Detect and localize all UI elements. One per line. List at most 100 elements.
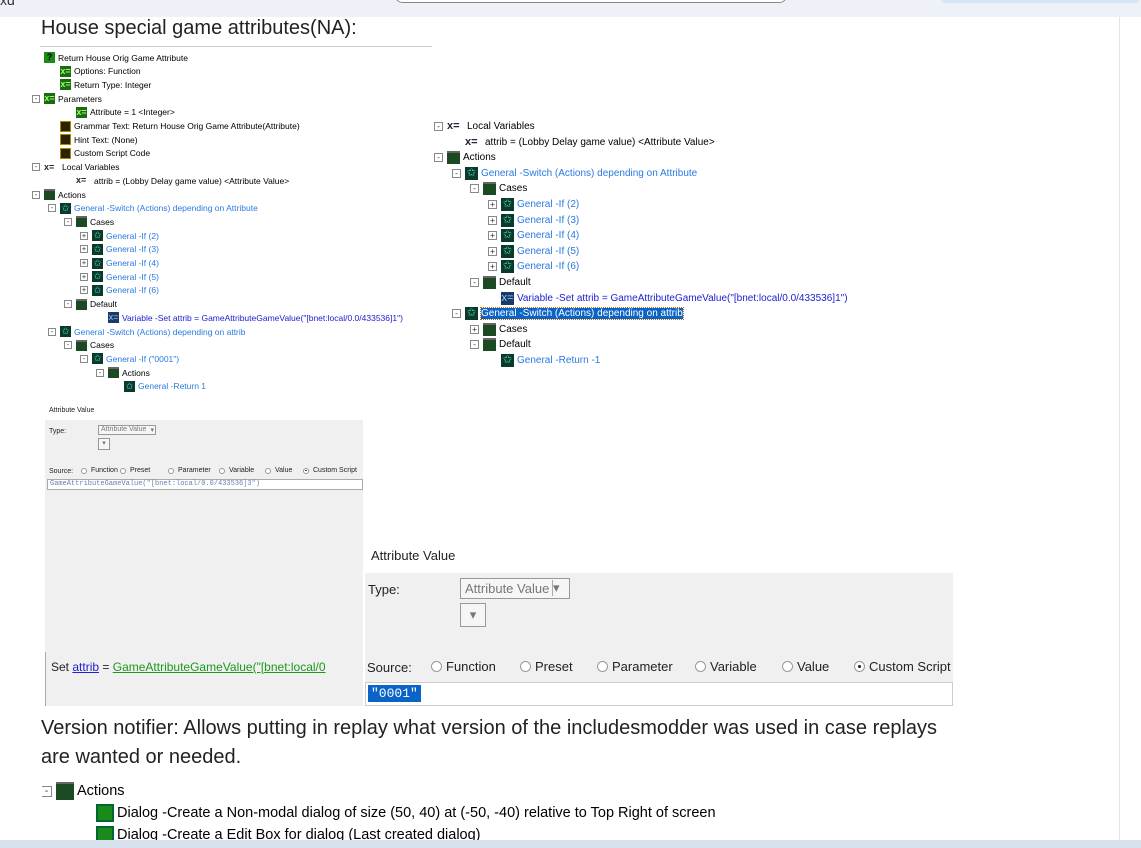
tree-row[interactable]: Hint Text: (None) (60, 134, 138, 146)
tree-row[interactable]: - x= Parameters (32, 93, 102, 105)
tree-row[interactable]: x= Return Type: Integer (60, 79, 151, 91)
tree-row[interactable]: - ✩ General -Switch (Actions) depending on… (452, 166, 697, 180)
source-radio-value[interactable]: Value (782, 659, 829, 674)
expand-toggle[interactable]: + (80, 272, 88, 281)
tree-row[interactable]: - x= Local Variables (32, 162, 120, 173)
tree-row[interactable]: x= Options: Function (60, 65, 141, 77)
source-radio-parameter[interactable]: Parameter (597, 659, 673, 674)
tree-row[interactable]: Grammar Text: Return House Orig Game Att… (60, 120, 300, 132)
tree-row[interactable]: - Actions (42, 782, 125, 800)
tree-row[interactable]: + ✩ General -If (2) (80, 230, 159, 242)
source-radio-preset[interactable]: Preset (520, 659, 573, 674)
collapse-toggle[interactable]: - (452, 168, 461, 178)
tree-row[interactable]: + ✩ General -If (5) (80, 271, 159, 283)
collapse-toggle[interactable]: - (470, 184, 479, 194)
tree-row[interactable]: ✩ General -Return -1 (501, 354, 600, 367)
collapse-toggle[interactable]: - (434, 122, 443, 131)
expand-toggle[interactable]: + (488, 231, 497, 241)
expand-toggle[interactable]: + (80, 245, 88, 254)
source-radio-value[interactable]: Value (265, 467, 292, 474)
collapse-toggle[interactable]: - (48, 327, 56, 336)
tree-row[interactable]: x= attrib = (Lobby Delay game value) <Att… (465, 136, 715, 149)
tree-row[interactable]: + ✩ General -If (4) (488, 229, 579, 243)
expand-toggle[interactable]: + (80, 259, 88, 267)
radio-button[interactable] (782, 661, 793, 672)
collapse-toggle[interactable]: - (48, 204, 56, 213)
tree-row[interactable]: + ✩ General -If (6) (80, 284, 159, 296)
expand-toggle[interactable]: + (488, 262, 497, 272)
collapse-toggle[interactable]: - (32, 190, 40, 199)
radio-button[interactable] (81, 467, 87, 474)
source-radio-function[interactable]: Function (81, 467, 118, 474)
tree-row[interactable]: + ✩ General -If (6) (488, 260, 579, 274)
tree-row[interactable]: Dialog -Create a Non-modal dialog of siz… (96, 804, 716, 822)
tree-row[interactable]: - Actions (32, 189, 86, 200)
radio-button[interactable] (168, 467, 174, 474)
expand-toggle[interactable]: + (488, 215, 497, 225)
expand-toggle[interactable]: + (80, 231, 88, 240)
radio-button[interactable] (431, 661, 442, 672)
source-radio-parameter[interactable]: Parameter (168, 467, 211, 474)
tree-row[interactable]: Dialog -Create a Edit Box for dialog (La… (96, 826, 481, 840)
collapse-toggle[interactable]: - (452, 309, 461, 319)
tree-row[interactable]: - ✩ General -If ("0001") (80, 353, 179, 365)
tree-row[interactable]: x= Variable -Set attrib = GameAttributeGa… (501, 291, 848, 305)
tree-row[interactable]: - x= Local Variables (434, 120, 535, 133)
tree-row[interactable]: - ✩ General -Switch (Actions) depending on… (48, 202, 258, 214)
tree-row[interactable]: + ✩ General -If (3) (80, 243, 159, 255)
expand-toggle[interactable]: + (488, 246, 497, 256)
type-select[interactable]: Attribute Value ▾ (460, 578, 570, 599)
script-input[interactable]: GameAttributeGameValue("[bnet:local/0.0/… (47, 479, 363, 490)
top-right-button[interactable] (940, 0, 1141, 3)
sub-select[interactable]: ▾ (98, 438, 110, 450)
tree-row[interactable]: + Cases (470, 322, 527, 336)
collapse-toggle[interactable]: - (80, 354, 88, 363)
collapse-toggle[interactable]: - (96, 368, 104, 377)
collapse-toggle[interactable]: - (470, 340, 479, 350)
source-radio-variable[interactable]: Variable (219, 467, 254, 474)
search-input[interactable] (395, 0, 787, 3)
tree-row[interactable]: ? Return House Orig Game Attribute (44, 52, 188, 63)
radio-button[interactable] (219, 467, 225, 474)
collapse-toggle[interactable]: - (434, 153, 443, 163)
tree-row[interactable]: Custom Script Code (60, 147, 150, 159)
collapse-toggle[interactable]: - (470, 278, 479, 287)
radio-button[interactable] (520, 661, 531, 672)
tree-row[interactable]: - Default (470, 276, 531, 289)
tree-row[interactable]: + ✩ General -If (4) (80, 257, 159, 269)
tree-row[interactable]: + ✩ General -If (2) (488, 198, 579, 211)
tree-row[interactable]: - ✩ General -Switch (Actions) depending on… (48, 326, 246, 337)
sub-select[interactable]: ▾ (460, 603, 486, 627)
tree-row[interactable]: - Actions (434, 151, 496, 165)
type-select[interactable]: Attribute Value ▾ (98, 425, 156, 435)
collapse-toggle[interactable]: - (32, 163, 40, 172)
script-input[interactable]: "0001" (365, 682, 953, 706)
source-radio-variable[interactable]: Variable (695, 659, 757, 674)
source-radio-custom-script[interactable]: Custom Script (854, 659, 951, 674)
radio-button[interactable] (120, 467, 126, 474)
source-radio-custom-script[interactable]: Custom Script (303, 467, 357, 474)
tree-row[interactable]: - Cases (64, 339, 114, 351)
tree-row[interactable]: x= attrib = (Lobby Delay game value) <Att… (76, 175, 289, 186)
radio-button[interactable] (854, 661, 865, 672)
tree-row[interactable]: - Cases (64, 216, 114, 228)
radio-button[interactable] (265, 467, 271, 474)
tree-row[interactable]: - Cases (470, 182, 527, 196)
radio-button[interactable] (695, 661, 706, 672)
source-radio-function[interactable]: Function (431, 659, 496, 674)
tree-row[interactable]: - ✩ General -Switch (Actions) depending on… (452, 307, 684, 321)
expand-toggle[interactable]: + (80, 286, 88, 295)
tree-row[interactable]: - Default (470, 338, 531, 352)
source-radio-preset[interactable]: Preset (120, 467, 150, 474)
tree-row[interactable]: x= Variable -Set attrib = GameAttributeGa… (108, 312, 403, 324)
radio-button[interactable] (597, 661, 608, 672)
collapse-toggle[interactable]: - (42, 785, 52, 797)
tree-row[interactable]: + ✩ General -If (5) (488, 244, 579, 258)
expand-toggle[interactable]: + (488, 200, 497, 209)
collapse-toggle[interactable]: - (32, 94, 40, 103)
collapse-toggle[interactable]: - (64, 341, 72, 350)
collapse-toggle[interactable]: - (64, 217, 72, 226)
variable-link[interactable]: attrib (72, 660, 99, 674)
tree-row[interactable]: x= Attribute = 1 <Integer> (76, 106, 175, 118)
tree-row[interactable]: - Actions (96, 367, 150, 379)
